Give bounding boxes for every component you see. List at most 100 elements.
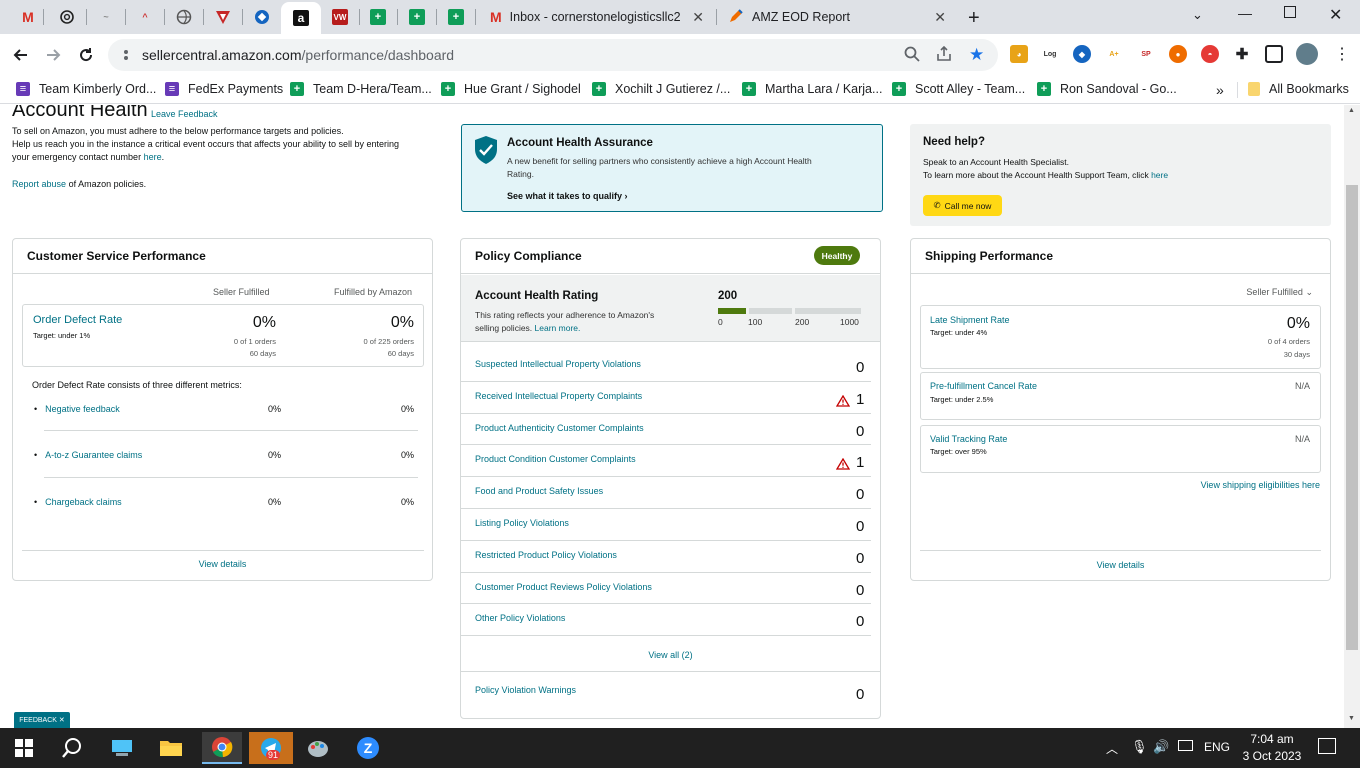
extension-grid-icon[interactable]: ◆ bbox=[1073, 45, 1091, 63]
policy-item-link[interactable]: Product Authenticity Customer Complaints bbox=[475, 423, 644, 433]
odr-link[interactable]: Order Defect Rate bbox=[33, 314, 122, 326]
shipping-filter-dropdown[interactable]: Seller Fulfilled ⌄ bbox=[1246, 287, 1313, 298]
extension-boost-icon[interactable]: A+ bbox=[1105, 45, 1123, 63]
tab-doc-2[interactable]: ^ bbox=[131, 2, 159, 32]
tab-sheets-2[interactable]: + bbox=[403, 2, 431, 32]
page-scrollbar[interactable]: ▲ ▼ bbox=[1344, 105, 1360, 728]
policy-item-link[interactable]: Product Condition Customer Complaints bbox=[475, 454, 636, 464]
tab-doc-1[interactable]: ~ bbox=[92, 2, 120, 32]
notifications-icon[interactable] bbox=[1318, 738, 1336, 754]
microphone-icon[interactable]: 🎙 bbox=[1131, 739, 1148, 755]
extension-logo-icon[interactable]: Log bbox=[1041, 45, 1059, 63]
new-tab-button[interactable]: + bbox=[968, 7, 980, 30]
menu-kebab-icon[interactable]: ⋮ bbox=[1334, 44, 1350, 64]
restore-button[interactable] bbox=[1284, 6, 1296, 18]
back-button[interactable] bbox=[8, 42, 34, 68]
chargeback-claims-link[interactable]: Chargeback claims bbox=[45, 497, 122, 507]
tab-vw[interactable]: VW bbox=[326, 2, 354, 32]
valid-tracking-link[interactable]: Valid Tracking Rate bbox=[930, 434, 1007, 444]
tab-sheets-3[interactable]: + bbox=[442, 2, 470, 32]
bookmark-item[interactable]: + Ron Sandoval - Go... bbox=[1037, 82, 1177, 96]
support-team-link[interactable]: here bbox=[1151, 170, 1168, 180]
unread-badge: 91 bbox=[266, 750, 281, 760]
tab-amz-eod[interactable]: AMZ EOD Report ✕ bbox=[718, 2, 958, 32]
negative-feedback-link[interactable]: Negative feedback bbox=[45, 404, 120, 414]
zoom-icon[interactable] bbox=[904, 46, 920, 67]
site-info-icon[interactable] bbox=[120, 48, 132, 67]
profile-avatar[interactable] bbox=[1296, 43, 1318, 65]
bookmark-item[interactable]: + Scott Alley - Team... bbox=[892, 82, 1025, 96]
late-shipment-link[interactable]: Late Shipment Rate bbox=[930, 315, 1010, 325]
ahr-learn-more-link[interactable]: Learn more. bbox=[535, 323, 581, 333]
extension-cat-icon[interactable]: ◕ bbox=[1010, 45, 1028, 63]
cancel-rate-link[interactable]: Pre-fulfillment Cancel Rate bbox=[930, 381, 1037, 391]
bookmark-item[interactable]: + Team D-Hera/Team... bbox=[290, 82, 432, 96]
policy-item-link[interactable]: Suspected Intellectual Property Violatio… bbox=[475, 359, 641, 369]
bookmark-item[interactable]: + Xochilt J Gutierez /... bbox=[592, 82, 730, 96]
address-bar[interactable]: sellercentral.amazon.com/performance/das… bbox=[108, 39, 998, 71]
policy-item-link[interactable]: Other Policy Violations bbox=[475, 613, 565, 623]
telegram-taskbar-icon[interactable]: 91 bbox=[249, 732, 293, 764]
sidebar-toggle-icon[interactable] bbox=[1265, 45, 1283, 63]
extensions-puzzle-icon[interactable]: ✚ bbox=[1233, 45, 1251, 63]
tab-sheets-1[interactable]: + bbox=[364, 2, 392, 32]
minimize-button[interactable]: — bbox=[1238, 5, 1252, 21]
extension-pokeball-icon[interactable]: ◓ bbox=[1201, 45, 1219, 63]
tab-openai[interactable] bbox=[53, 2, 81, 32]
call-me-now-button[interactable]: ✆ Call me now bbox=[923, 195, 1002, 216]
tab-gmail-inbox[interactable]: M Inbox - cornerstonelogisticsllc20 ✕ bbox=[480, 2, 716, 32]
reload-button[interactable] bbox=[73, 42, 99, 68]
policy-item-link[interactable]: Restricted Product Policy Violations bbox=[475, 550, 617, 560]
feedback-tab[interactable]: FEEDBACK ✕ bbox=[14, 712, 70, 728]
bookmark-star-icon[interactable]: ★ bbox=[969, 45, 984, 65]
csp-view-details-link[interactable]: View details bbox=[13, 559, 432, 569]
sheets-icon: + bbox=[409, 9, 425, 25]
policy-view-all-link[interactable]: View all (2) bbox=[461, 650, 880, 660]
ahr-title: Account Health Rating bbox=[475, 290, 599, 302]
report-abuse-link[interactable]: Report abuse bbox=[12, 179, 66, 189]
forward-button[interactable] bbox=[40, 42, 66, 68]
atoz-claims-link[interactable]: A-to-z Guarantee claims bbox=[45, 450, 142, 460]
policy-item-link[interactable]: Listing Policy Violations bbox=[475, 518, 569, 528]
window-close-button[interactable]: ✕ bbox=[1329, 5, 1342, 25]
tab-v[interactable] bbox=[209, 2, 237, 32]
tab-globe[interactable] bbox=[170, 2, 198, 32]
shipping-eligibilities-link[interactable]: View shipping eligibilities here bbox=[1201, 480, 1320, 490]
policy-item-link[interactable]: Customer Product Reviews Policy Violatio… bbox=[475, 582, 652, 592]
close-icon[interactable]: ✕ bbox=[692, 9, 704, 26]
tab-grid[interactable] bbox=[248, 2, 276, 32]
more-bookmarks-button[interactable]: » bbox=[1216, 82, 1224, 98]
shipping-view-details-link[interactable]: View details bbox=[911, 560, 1330, 570]
bookmark-item[interactable]: + Hue Grant / Sighodel bbox=[441, 82, 581, 96]
extension-orange-icon[interactable]: ● bbox=[1169, 45, 1187, 63]
tray-chevron-up-icon[interactable]: ︿ bbox=[1106, 740, 1118, 757]
chevron-down-icon[interactable]: ⌄ bbox=[1192, 7, 1203, 23]
volume-icon[interactable]: 🔊 bbox=[1153, 739, 1169, 755]
leave-feedback-link[interactable]: Leave Feedback bbox=[151, 109, 218, 119]
bookmark-item[interactable]: ≡ Team Kimberly Ord... bbox=[16, 82, 156, 96]
computer-icon[interactable] bbox=[106, 732, 138, 764]
zoom-app-icon[interactable]: Z bbox=[352, 732, 384, 764]
paint-icon[interactable] bbox=[302, 732, 334, 764]
policy-warnings-link[interactable]: Policy Violation Warnings bbox=[475, 685, 576, 695]
bookmark-item[interactable]: + Martha Lara / Karja... bbox=[742, 82, 882, 96]
tab-amazon-active[interactable]: a bbox=[281, 2, 321, 34]
extension-alert-icon[interactable]: SP bbox=[1137, 45, 1155, 63]
policy-item-link[interactable]: Food and Product Safety Issues bbox=[475, 486, 603, 496]
all-bookmarks-button[interactable]: All Bookmarks bbox=[1248, 82, 1349, 96]
search-icon[interactable] bbox=[56, 732, 88, 764]
close-icon[interactable]: ✕ bbox=[934, 9, 946, 26]
language-indicator[interactable]: ENG bbox=[1204, 740, 1230, 754]
scrollbar-thumb[interactable] bbox=[1346, 185, 1358, 650]
tab-gmail[interactable]: M bbox=[14, 2, 42, 32]
file-explorer-icon[interactable] bbox=[155, 732, 187, 764]
chrome-taskbar-icon[interactable] bbox=[202, 732, 242, 764]
windows-start-icon[interactable] bbox=[8, 732, 40, 764]
share-icon[interactable] bbox=[936, 45, 952, 67]
policy-item-link[interactable]: Received Intellectual Property Complaint… bbox=[475, 391, 642, 401]
clock[interactable]: 7:04 am 3 Oct 2023 bbox=[1238, 731, 1306, 765]
network-icon[interactable] bbox=[1178, 740, 1193, 751]
bookmark-item[interactable]: ≡ FedEx Payments bbox=[165, 82, 283, 96]
aha-qualify-link[interactable]: See what it takes to qualify › bbox=[507, 191, 628, 201]
emergency-contact-link[interactable]: here bbox=[144, 152, 162, 162]
